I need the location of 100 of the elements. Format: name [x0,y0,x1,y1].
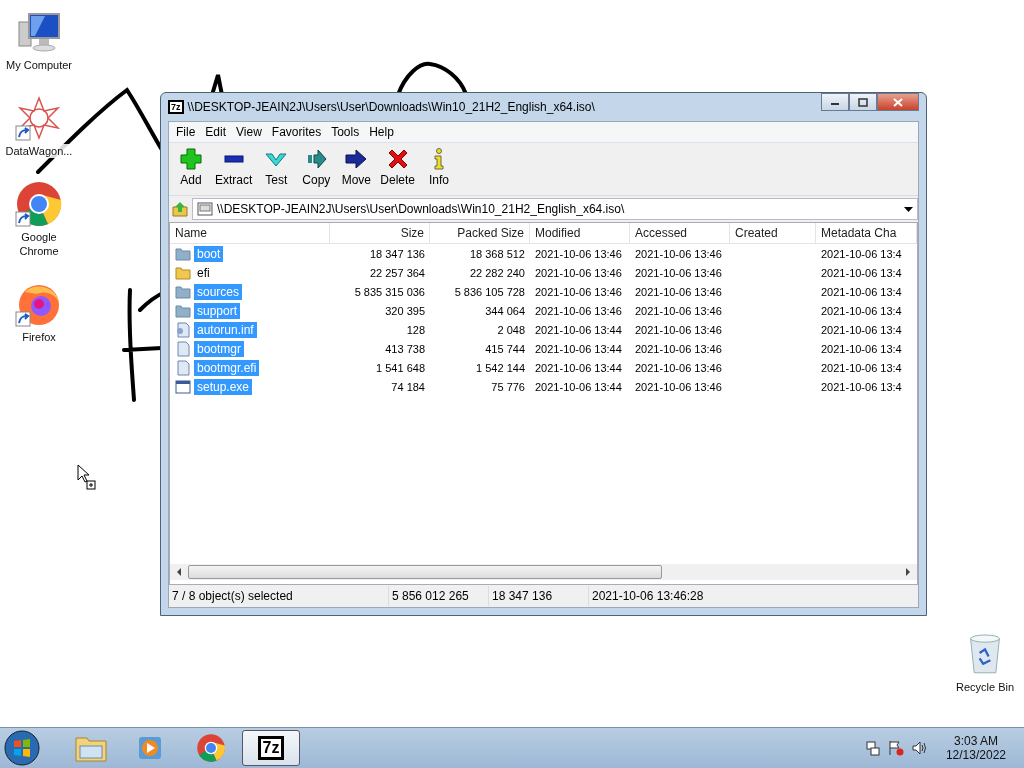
close-button[interactable] [877,93,919,111]
folder-icon [75,734,107,762]
scroll-left-icon [176,568,182,576]
scrollbar-thumb[interactable] [188,565,662,579]
clock-date[interactable]: 12/13/2022 [945,748,1006,762]
folder-icon [175,245,191,262]
chrome-icon [196,733,226,763]
copy-button[interactable]: Copy [296,147,337,191]
menu-item[interactable]: Tools [326,125,365,139]
column-header[interactable]: Accessed [630,223,730,243]
scroll-right-icon [905,568,911,576]
column-header[interactable]: Modified [530,223,630,243]
status-text: 18 347 136 [489,586,589,606]
table-cell-text: 2021-10-06 13:46 [634,361,723,374]
table-cell-text: 1 542 144 [475,361,526,374]
star-icon[interactable] [15,94,63,142]
horizontal-scrollbar[interactable] [170,564,917,580]
file-icon [175,359,191,376]
table-cell-text: 2021-10-06 13:46 [634,285,723,298]
table-cell-text: 344 064 [484,304,526,317]
table-cell-text: 22 282 240 [468,266,526,279]
folder-icon [175,283,191,300]
table-cell-text: 2021-10-06 13:46 [534,247,623,260]
table-cell-text: 2021-10-06 13:46 [634,266,723,279]
menu-item[interactable]: View [231,125,267,139]
table-cell-text: 2021-10-06 13:46 [634,247,723,260]
folder-icon [175,302,191,319]
table-cell-text: 2021-10-06 13:4 [820,342,903,355]
table-cell-text: 2021-10-06 13:46 [634,380,723,393]
table-cell-text: 2021-10-06 13:44 [534,380,623,393]
menu-item[interactable]: Help [364,125,399,139]
column-header[interactable]: Size [330,223,430,243]
move-button[interactable]: Move [336,147,377,191]
table-cell-text: 2021-10-06 13:44 [534,342,623,355]
start-button[interactable] [4,730,40,766]
extract-button[interactable]: Extract [211,147,257,191]
taskbar-app-button[interactable]: 7z [242,730,300,766]
window-title: \\DESKTOP-JEAIN2J\Users\User\Downloads\Win10_21H2_English_x64.iso\ [187,100,596,114]
info-button[interactable]: Info [419,147,460,191]
table-cell-text: 1 541 648 [375,361,426,374]
settings-file-icon [175,321,191,338]
minimize-button[interactable] [821,93,849,111]
table-cell-text: 5 836 105 728 [453,285,526,298]
table-cell-text: 22 257 364 [368,266,426,279]
status-text: 5 856 012 265 [389,586,489,606]
dropdown-caret-icon [904,206,913,212]
table-cell-text: 18 368 512 [468,247,526,260]
table-cell-text: 2021-10-06 13:4 [820,361,903,374]
table-cell-text: 320 395 [384,304,426,317]
table-cell-text: 18 347 136 [368,247,426,260]
column-header[interactable]: Metadata Cha [816,223,917,243]
status-text: 7 / 8 object(s) selected [169,586,389,606]
disc-image-icon [197,202,213,216]
menu-item[interactable]: Favorites [266,125,327,139]
flag-icon[interactable] [887,740,904,756]
table-cell-text: 74 184 [390,380,426,393]
close-icon [893,97,903,107]
table-cell-text: 128 [405,323,426,336]
column-header[interactable]: Packed Size [430,223,530,243]
table-cell-text: 2021-10-06 13:4 [820,304,903,317]
table-cell-text: 2021-10-06 13:4 [820,266,903,279]
table-cell-text: 415 744 [484,342,526,355]
plus-icon [179,147,203,171]
table-cell-text: 2021-10-06 13:4 [820,247,903,260]
delete-button[interactable]: Delete [376,147,420,191]
address-field[interactable]: \\DESKTOP-JEAIN2J\Users\User\Downloads\Win10_21H2_English_x64.iso\ [192,198,918,220]
program-icon [175,378,191,395]
column-header[interactable]: Name [170,223,330,243]
table-cell-text: 2021-10-06 13:44 [534,323,623,336]
table-cell-text: 2021-10-06 13:46 [534,285,623,298]
table-cell-text: 413 738 [384,342,426,355]
table-cell-text: 2021-10-06 13:46 [534,266,623,279]
folder-icon [175,264,191,281]
menu-item[interactable]: File [171,125,201,139]
table-cell-text: 75 776 [490,380,526,393]
table-cell-text: 2021-10-06 13:44 [534,361,623,374]
table-cell-text: 2021-10-06 13:46 [534,304,623,317]
drag-cursor-icon [77,464,97,490]
table-cell-text: 2021-10-06 13:46 [634,304,723,317]
arrow-icon [344,147,369,171]
maximize-button[interactable] [849,93,877,111]
table-cell-text: 2021-10-06 13:46 [634,323,723,336]
column-header[interactable]: Created [730,223,816,243]
app-logo: 7z [168,100,184,114]
table-cell-text: 2021-10-06 13:4 [820,380,903,393]
maximize-icon [858,97,868,107]
chrome-icon[interactable] [15,180,63,228]
table-cell-text: 2021-10-06 13:46 [634,342,723,355]
menu-item[interactable]: Edit [200,125,232,139]
status-text: 2021-10-06 13:46:28 [591,588,705,605]
clock-time[interactable]: 3:03 AM [953,734,998,748]
speaker-icon[interactable] [911,740,928,756]
table-cell-text: 2021-10-06 13:4 [820,323,903,336]
table-cell-text: 5 835 315 036 [353,285,426,298]
file-name[interactable]: efi [194,264,213,281]
add-button[interactable]: Add [171,147,211,191]
table-cell-text: 2 048 [496,323,526,336]
test-button[interactable]: Test [256,147,297,191]
file-icon [175,340,191,357]
network-icon[interactable] [865,740,880,756]
